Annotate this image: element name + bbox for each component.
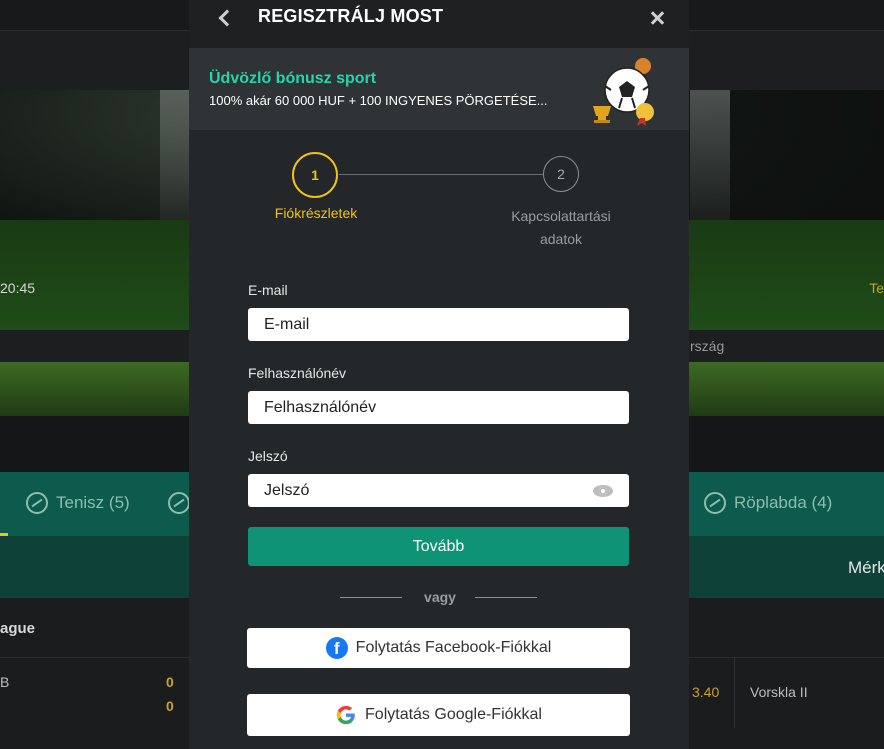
close-icon[interactable]	[647, 8, 667, 28]
registration-steps: 1 2 Fiókrészletek Kapcsolattartási adato…	[189, 130, 689, 260]
bonus-subtitle: 100% akár 60 000 HUF + 100 INGYENES PÖRG…	[209, 93, 548, 108]
sport-tab-basketball[interactable]	[168, 492, 190, 514]
subtab-matches[interactable]: Mérk	[848, 558, 884, 578]
divider-line	[340, 597, 402, 598]
password-field[interactable]	[248, 474, 629, 507]
email-field[interactable]	[248, 308, 629, 341]
google-icon	[336, 705, 355, 725]
match-time: 20:45	[0, 280, 36, 296]
step-connector	[339, 174, 544, 175]
facebook-icon: f	[325, 637, 348, 659]
email-label: E-mail	[248, 282, 288, 298]
basketball-icon	[168, 492, 190, 514]
country-label: rszág	[690, 338, 725, 354]
sport-tab-label: Tenisz (5)	[56, 493, 130, 512]
password-label: Jelszó	[248, 448, 288, 464]
step-label-contact-details: Kapcsolattartási adatok	[511, 208, 611, 247]
row-divider	[734, 658, 735, 728]
hero-right-text: Te	[869, 280, 884, 296]
modal-header: REGISZTRÁLJ MOST	[189, 0, 689, 48]
google-button-label: Folytatás Google-Fiókkal	[365, 706, 542, 723]
divider-line	[475, 597, 537, 598]
step-label-account-details: Fiókrészletek	[274, 205, 358, 221]
username-label: Felhasználónév	[248, 365, 347, 381]
back-arrow-icon[interactable]	[215, 8, 235, 28]
modal-title: REGISZTRÁLJ MOST	[258, 6, 444, 26]
step-number: 1	[311, 167, 319, 183]
step-indicator-2: 2	[543, 156, 579, 192]
step-indicator-1: 1	[292, 152, 338, 198]
league-name: ague	[0, 620, 36, 637]
next-button[interactable]: Tovább	[248, 527, 629, 566]
team-name: Vorskla II	[750, 684, 808, 700]
score-home: 0	[166, 674, 174, 690]
or-text: vagy	[424, 589, 456, 605]
soccer-trophy-icon	[593, 58, 654, 126]
step-number: 2	[557, 166, 565, 182]
facebook-button-label: Folytatás Facebook-Fiókkal	[355, 639, 552, 656]
username-field[interactable]	[248, 391, 629, 424]
sport-tab-volleyball[interactable]: Röplabda (4)	[704, 492, 832, 514]
welcome-bonus-banner: Üdvözlő bónusz sport 100% akár 60 000 HU…	[189, 48, 689, 130]
registration-modal: REGISZTRÁLJ MOST Üdvözlő bónusz sport 10…	[189, 0, 689, 749]
odds-value[interactable]: 3.40	[692, 684, 719, 700]
sport-tab-tennis[interactable]: Tenisz (5)	[26, 492, 130, 514]
sport-tab-label: Röplabda (4)	[734, 493, 833, 512]
tennis-ball-icon	[26, 492, 48, 514]
or-divider: vagy	[340, 589, 540, 609]
team-name: B	[0, 674, 10, 690]
show-password-eye-icon[interactable]	[593, 485, 615, 499]
score-away: 0	[166, 698, 174, 714]
volleyball-icon	[704, 492, 726, 514]
facebook-login-button[interactable]: f Folytatás Facebook-Fiókkal	[247, 628, 630, 668]
bonus-title: Üdvözlő bónusz sport	[209, 70, 377, 87]
google-login-button[interactable]: Folytatás Google-Fiókkal	[247, 694, 630, 736]
